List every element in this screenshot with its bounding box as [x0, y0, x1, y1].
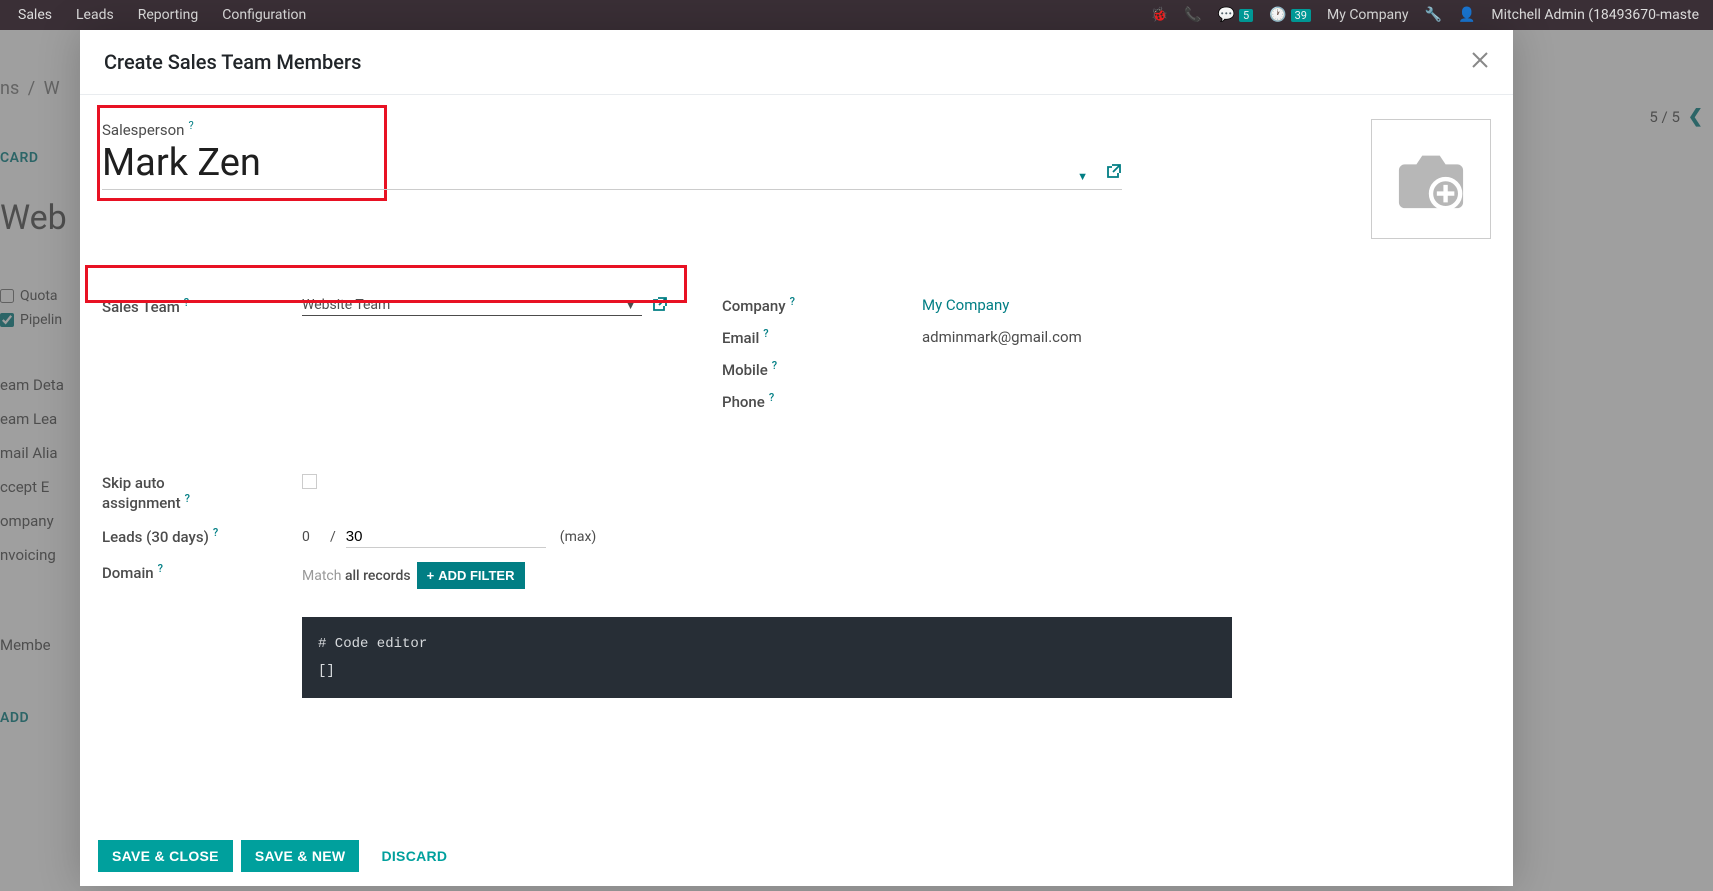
help-icon[interactable]: ? — [786, 295, 795, 308]
sales-team-field[interactable]: Website Team ▼ — [302, 295, 642, 316]
phone-label: Phone — [722, 393, 765, 411]
help-icon[interactable]: ? — [181, 492, 190, 505]
skip-auto-checkbox[interactable] — [302, 474, 317, 489]
domain-match-text: Match all records — [302, 568, 411, 584]
dropdown-caret-icon[interactable]: ▼ — [621, 299, 642, 312]
email-label: Email — [722, 329, 759, 347]
skip-auto-label-1: Skip auto — [102, 474, 165, 492]
bg-label: mail Alia — [0, 436, 64, 470]
bg-add-button[interactable]: ADD — [0, 680, 29, 726]
discard-button[interactable]: DISCARD — [367, 840, 461, 872]
save-new-button[interactable]: SAVE & NEW — [241, 840, 360, 872]
create-team-member-dialog: Create Sales Team Members Salesperson? M… — [80, 30, 1513, 886]
breadcrumb-item[interactable]: ns — [0, 78, 19, 99]
nav-leads[interactable]: Leads — [64, 3, 126, 27]
external-link-icon[interactable] — [642, 296, 668, 316]
company-value[interactable]: My Company — [922, 296, 1302, 314]
company-label: Company — [722, 297, 786, 315]
page-title: Web — [0, 192, 67, 244]
salesperson-value: Mark Zen — [102, 139, 261, 189]
salesperson-label: Salesperson — [102, 121, 184, 139]
bg-members-label: Membe — [0, 616, 51, 654]
camera-plus-icon — [1396, 147, 1466, 211]
wrench-icon[interactable]: 🔧 — [1417, 3, 1450, 27]
skip-auto-label-2: assignment — [102, 494, 181, 512]
sales-team-value: Website Team — [302, 295, 621, 315]
domain-code-editor[interactable]: # Code editor [] — [302, 617, 1232, 698]
leads-label: Leads (30 days) — [102, 528, 209, 546]
checkbox-quotations[interactable]: Quota — [0, 284, 62, 308]
close-icon — [1471, 51, 1489, 69]
leads-max-input[interactable] — [346, 526, 546, 548]
email-value: adminmark@gmail.com — [922, 328, 1302, 346]
dialog-footer: SAVE & CLOSE SAVE & NEW DISCARD — [80, 826, 1513, 886]
nav-reporting[interactable]: Reporting — [126, 3, 211, 27]
save-close-button[interactable]: SAVE & CLOSE — [98, 840, 233, 872]
help-icon[interactable]: ? — [768, 359, 777, 372]
plus-icon: + — [427, 568, 435, 583]
bg-discard-button[interactable]: CARD — [0, 144, 39, 172]
help-icon[interactable]: ? — [209, 526, 218, 539]
help-icon[interactable]: ? — [180, 296, 189, 309]
breadcrumb-item: W — [44, 78, 60, 99]
leads-slash: / — [326, 529, 340, 545]
code-value: [] — [318, 658, 1216, 685]
avatar-upload[interactable] — [1371, 119, 1491, 239]
voip-icon[interactable]: 📞 — [1176, 3, 1209, 27]
pager-count: 5 / 5 — [1649, 108, 1680, 126]
sales-team-label: Sales Team — [102, 298, 180, 316]
help-icon[interactable]: ? — [184, 119, 193, 132]
leads-count: 0 — [302, 529, 320, 545]
salesperson-field[interactable]: Mark Zen ▼ — [102, 139, 1122, 190]
dropdown-caret-icon[interactable]: ▼ — [1077, 170, 1088, 189]
domain-label: Domain — [102, 564, 154, 582]
add-filter-button[interactable]: + ADD FILTER — [417, 562, 525, 589]
code-comment: # Code editor — [318, 631, 1216, 658]
pager: 5 / 5 ❮ — [1649, 106, 1703, 127]
checkbox-pipeline[interactable]: Pipelin — [0, 308, 62, 332]
help-icon[interactable]: ? — [759, 327, 768, 340]
bg-label: ompany — [0, 504, 64, 538]
dialog-body: Salesperson? Mark Zen ▼ — [80, 95, 1513, 826]
mobile-label: Mobile — [722, 361, 768, 379]
bg-label: eam Lea — [0, 402, 64, 436]
external-link-icon[interactable] — [1098, 163, 1122, 189]
user-avatar-icon[interactable]: 👤 — [1450, 3, 1483, 27]
topbar: Sales Leads Reporting Configuration 🐞 📞 … — [0, 0, 1713, 30]
company-switcher[interactable]: My Company — [1319, 3, 1417, 27]
help-icon[interactable]: ? — [154, 562, 163, 575]
leads-max-text: (max) — [552, 529, 597, 545]
bg-label: nvoicing — [0, 538, 64, 572]
bg-label: ccept E — [0, 470, 64, 504]
debug-icon[interactable]: 🐞 — [1143, 3, 1176, 27]
nav-sales[interactable]: Sales — [6, 3, 64, 27]
activity-icon[interactable]: 🕐39 — [1261, 3, 1319, 27]
bg-label: eam Deta — [0, 368, 64, 402]
help-icon[interactable]: ? — [765, 391, 774, 404]
user-menu[interactable]: Mitchell Admin (18493670-maste — [1483, 3, 1707, 27]
nav-configuration[interactable]: Configuration — [210, 3, 318, 27]
close-button[interactable] — [1471, 48, 1489, 76]
dialog-header: Create Sales Team Members — [80, 30, 1513, 95]
pager-prev-icon[interactable]: ❮ — [1688, 106, 1703, 127]
dialog-title: Create Sales Team Members — [104, 50, 361, 74]
messaging-icon[interactable]: 💬5 — [1210, 3, 1262, 27]
sales-team-row: Sales Team? Website Team ▼ — [102, 289, 682, 322]
